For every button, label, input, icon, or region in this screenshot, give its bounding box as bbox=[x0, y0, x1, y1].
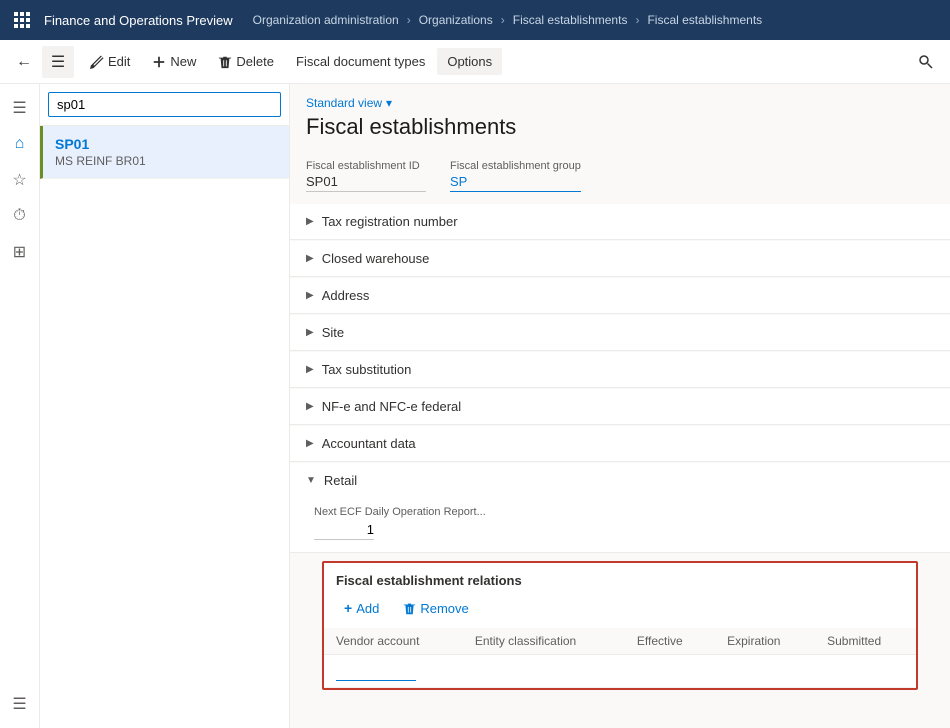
fiscal-relations-section: Fiscal establishment relations + Add Rem… bbox=[322, 561, 918, 690]
section-closed-warehouse-header[interactable]: ▶ Closed warehouse bbox=[290, 241, 950, 276]
fiscal-establishment-id-group: Fiscal establishment ID SP01 bbox=[306, 160, 426, 192]
fields-row: Fiscal establishment ID SP01 Fiscal esta… bbox=[290, 160, 950, 204]
remove-relation-button[interactable]: Remove bbox=[395, 597, 476, 620]
hamburger-button[interactable]: ☰ bbox=[42, 46, 74, 78]
section-nfe: ▶ NF-e and NFC-e federal bbox=[290, 389, 950, 425]
section-tax-registration-header[interactable]: ▶ Tax registration number bbox=[290, 204, 950, 239]
retail-content: Next ECF Daily Operation Report... bbox=[290, 498, 950, 552]
col-effective: Effective bbox=[625, 628, 715, 655]
history-side-icon[interactable]: ⏱ bbox=[4, 200, 36, 232]
section-accountant-header[interactable]: ▶ Accountant data bbox=[290, 426, 950, 461]
page-title: Fiscal establishments bbox=[306, 114, 934, 140]
section-site: ▶ Site bbox=[290, 315, 950, 351]
fiscal-id-value: SP01 bbox=[306, 174, 426, 192]
options-button[interactable]: Options bbox=[437, 48, 502, 75]
list-item-id: SP01 bbox=[55, 136, 277, 152]
search-button[interactable] bbox=[910, 46, 942, 78]
section-tax-substitution-header[interactable]: ▶ Tax substitution bbox=[290, 352, 950, 387]
breadcrumb-org-admin[interactable]: Organization administration bbox=[253, 13, 399, 27]
plus-icon: + bbox=[344, 600, 352, 616]
col-expiration: Expiration bbox=[715, 628, 815, 655]
chevron-icon: ▶ bbox=[306, 327, 314, 338]
new-button[interactable]: New bbox=[142, 48, 206, 75]
chevron-icon: ▶ bbox=[306, 216, 314, 227]
col-vendor-account: Vendor account bbox=[324, 628, 463, 655]
fiscal-relations-table: Vendor account Entity classification Eff… bbox=[324, 628, 916, 688]
fiscal-establishment-group-group: Fiscal establishment group SP bbox=[450, 160, 581, 192]
retail-field: Next ECF Daily Operation Report... bbox=[314, 506, 934, 540]
workspaces-side-icon[interactable]: ⊞ bbox=[4, 236, 36, 268]
chevron-icon: ▶ bbox=[306, 290, 314, 301]
list-item[interactable]: SP01 MS REINF BR01 bbox=[40, 126, 289, 179]
fiscal-relations-title: Fiscal establishment relations bbox=[324, 563, 916, 592]
chevron-icon: ▼ bbox=[306, 475, 316, 486]
section-site-header[interactable]: ▶ Site bbox=[290, 315, 950, 350]
home-side-icon[interactable]: ⌂ bbox=[4, 128, 36, 160]
detail-header: Standard view ▾ Fiscal establishments bbox=[290, 84, 950, 160]
chevron-icon: ▶ bbox=[306, 401, 314, 412]
section-retail-header[interactable]: ▼ Retail bbox=[290, 463, 950, 498]
section-tax-substitution: ▶ Tax substitution bbox=[290, 352, 950, 388]
delete-button[interactable]: Delete bbox=[208, 48, 284, 75]
fiscal-relations-wrapper: Fiscal establishment relations + Add Rem… bbox=[306, 561, 934, 690]
chevron-icon: ▶ bbox=[306, 253, 314, 264]
section-nfe-header[interactable]: ▶ NF-e and NFC-e federal bbox=[290, 389, 950, 424]
toolbar: ← ☰ Edit New Delete Fiscal document type… bbox=[0, 40, 950, 84]
side-icons: ☰ ⌂ ☆ ⏱ ⊞ ☰ bbox=[0, 84, 40, 728]
star-side-icon[interactable]: ☆ bbox=[4, 164, 36, 196]
menu-side-icon[interactable]: ☰ bbox=[4, 92, 36, 124]
section-tax-registration: ▶ Tax registration number bbox=[290, 204, 950, 240]
back-button[interactable]: ← bbox=[8, 46, 40, 78]
top-nav: Finance and Operations Preview Organizat… bbox=[0, 0, 950, 40]
vendor-account-input[interactable] bbox=[336, 661, 416, 681]
fiscal-id-label: Fiscal establishment ID bbox=[306, 160, 426, 172]
chevron-down-icon: ▾ bbox=[386, 96, 392, 110]
breadcrumb-orgs[interactable]: Organizations bbox=[419, 13, 493, 27]
col-submitted: Submitted bbox=[815, 628, 916, 655]
retail-field-label: Next ECF Daily Operation Report... bbox=[314, 506, 934, 518]
main-layout: ☰ ⌂ ☆ ⏱ ⊞ ☰ SP01 MS REINF BR01 Standard … bbox=[0, 84, 950, 728]
retail-field-input[interactable] bbox=[314, 520, 374, 540]
list-search bbox=[40, 84, 289, 126]
section-address-header[interactable]: ▶ Address bbox=[290, 278, 950, 313]
app-grid-icon[interactable] bbox=[8, 6, 36, 34]
list-search-input[interactable] bbox=[48, 92, 281, 117]
section-closed-warehouse: ▶ Closed warehouse bbox=[290, 241, 950, 277]
standard-view[interactable]: Standard view ▾ bbox=[306, 96, 934, 110]
breadcrumb-fiscal-estab1[interactable]: Fiscal establishments bbox=[513, 13, 628, 27]
edit-button[interactable]: Edit bbox=[80, 48, 140, 75]
section-accountant: ▶ Accountant data bbox=[290, 426, 950, 462]
fiscal-relations-toolbar: + Add Remove bbox=[324, 592, 916, 628]
detail-panel: Standard view ▾ Fiscal establishments Fi… bbox=[290, 84, 950, 728]
fiscal-doc-types-button[interactable]: Fiscal document types bbox=[286, 48, 435, 75]
chevron-icon: ▶ bbox=[306, 364, 314, 375]
breadcrumb-fiscal-estab2[interactable]: Fiscal establishments bbox=[647, 13, 762, 27]
breadcrumb: Organization administration › Organizati… bbox=[249, 13, 767, 27]
table-row bbox=[324, 655, 916, 688]
fiscal-group-value: SP bbox=[450, 174, 581, 192]
section-retail: ▼ Retail Next ECF Daily Operation Report… bbox=[290, 463, 950, 553]
list-item-subtitle: MS REINF BR01 bbox=[55, 154, 277, 168]
list-side-icon[interactable]: ☰ bbox=[4, 688, 36, 720]
col-entity-classification: Entity classification bbox=[463, 628, 625, 655]
add-relation-button[interactable]: + Add bbox=[336, 596, 387, 620]
fiscal-group-label: Fiscal establishment group bbox=[450, 160, 581, 172]
section-address: ▶ Address bbox=[290, 278, 950, 314]
delete-icon bbox=[403, 602, 416, 615]
list-panel: SP01 MS REINF BR01 bbox=[40, 84, 290, 728]
app-title: Finance and Operations Preview bbox=[44, 13, 233, 28]
chevron-icon: ▶ bbox=[306, 438, 314, 449]
